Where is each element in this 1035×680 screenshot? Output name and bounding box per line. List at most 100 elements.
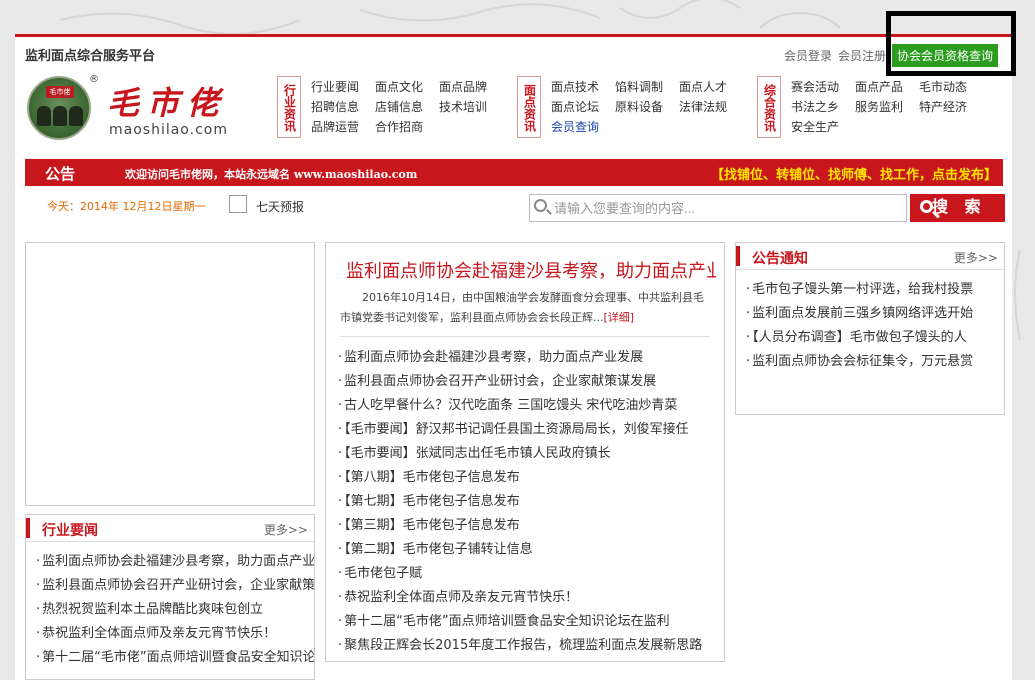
search-button-label: 搜 索 [932, 199, 987, 216]
nav-link[interactable]: 品牌运营 [311, 118, 375, 138]
nav-links-general: 赛会活动 面点产品 毛市动态 书法之乡 服务监利 特产经济 安全生产 [791, 78, 983, 138]
list-item[interactable]: 第十二届“毛市佬”面点师培训暨食品安全知识论坛 [36, 646, 314, 670]
list-item[interactable]: 【第三期】毛市佬包子信息发布 [338, 514, 718, 538]
nav-link[interactable]: 行业要闻 [311, 78, 375, 98]
nav-link[interactable]: 店铺信息 [375, 98, 439, 118]
list-item[interactable]: 古人吃早餐什么？汉代吃面条 三国吃馒头 宋代吃油炒青菜 [338, 394, 718, 418]
nav-tag-industry: 行业资讯 [277, 76, 301, 138]
list-item[interactable]: 恭祝监利全体面点师及亲友元宵节快乐！ [338, 586, 718, 610]
announcement-list: 毛市包子馒头第一村评选，给我村投票 监利面点发展前三强乡镇网络评选开始 【人员分… [736, 270, 1004, 374]
nav-tag-pastry: 面点资讯 [517, 76, 541, 138]
forecast-checkbox[interactable] [229, 195, 247, 213]
accent-bar [26, 518, 30, 538]
nav-link[interactable]: 馅料调制 [615, 78, 679, 98]
search-button[interactable]: 搜 索 [910, 194, 1005, 222]
center-news-list: 监利面点师协会赴福建沙县考察，助力面点产业发展 监利县面点师协会召开产业研讨会，… [338, 346, 718, 658]
list-item[interactable]: 监利面点发展前三强乡镇网络评选开始 [746, 302, 1004, 326]
top-bar: 监利面点综合服务平台 会员登录 会员注册 协会会员资格查询 [15, 34, 1012, 67]
list-item[interactable]: 监利面点师协会赴福建沙县考察，助力面点产业发展 [338, 346, 718, 370]
list-item[interactable]: 【毛市要闻】舒汉邦书记调任县国土资源局局长，刘俊军接任 [338, 418, 718, 442]
nav-link[interactable]: 法律法规 [679, 98, 743, 118]
headline-summary: 2016年10月14日，由中国粮油学会发酵面食分会理事、中共监利县毛市镇党委书记… [340, 288, 712, 328]
list-item[interactable]: 【毛市要闻】张斌同志出任毛市镇人民政府镇长 [338, 442, 718, 466]
list-item[interactable]: 监利县面点师协会召开产业研讨会，企业家献策谋发展 [338, 370, 718, 394]
industry-news-panel: 行业要闻 更多>> 监利面点师协会赴福建沙县考察，助力面点产业发展 监利县面点师… [25, 514, 315, 680]
list-item[interactable]: 毛市佬包子赋 [338, 562, 718, 586]
accent-bar [736, 246, 740, 266]
panel-title: 公告通知 [752, 251, 808, 267]
nav-link[interactable]: 招聘信息 [311, 98, 375, 118]
banner-image-placeholder[interactable] [25, 242, 315, 506]
divider [340, 336, 710, 337]
nav-link[interactable]: 安全生产 [791, 118, 855, 138]
nav-link[interactable]: 面点人才 [679, 78, 743, 98]
nav-link[interactable]: 赛会活动 [791, 78, 855, 98]
brand-url: maoshilao.com [109, 122, 228, 138]
list-item[interactable]: 监利县面点师协会召开产业研讨会，企业家献策谋发展 [36, 574, 314, 598]
nav-group-industry: 行业资讯 行业要闻 面点文化 面点品牌 招聘信息 店铺信息 技术培训 品牌运营 … [277, 76, 503, 138]
nav-link-member-query[interactable]: 会员查询 [551, 118, 615, 138]
headline-link[interactable]: 监利面点师协会赴福建沙县考察，助力面点产业发展 [346, 257, 716, 283]
search-input[interactable] [529, 194, 907, 222]
registered-mark: ® [89, 74, 99, 85]
nav-link[interactable]: 技术培训 [439, 98, 503, 118]
nav-link[interactable]: 合作招商 [375, 118, 439, 138]
search-icon [920, 200, 933, 213]
notice-bar: 公告 欢迎访问毛市佬网，本站永远域名 www.maoshilao.com 【找铺… [25, 159, 1003, 186]
search-icon [534, 199, 547, 212]
notice-text: 欢迎访问毛市佬网，本站永远域名 www.maoshilao.com [125, 168, 418, 181]
more-link[interactable]: 更多>> [954, 249, 998, 266]
nav-tag-general: 综合资讯 [757, 76, 781, 138]
list-item[interactable]: 热烈祝贺监利本土品牌酷比爽味包创立 [36, 598, 314, 622]
list-item[interactable]: 【第二期】毛市佬包子铺转让信息 [338, 538, 718, 562]
figure-icon [69, 106, 83, 126]
list-item[interactable]: 第十二届“毛市佬”面点师培训暨食品安全知识论坛在监利 [338, 610, 718, 634]
highlight-box [886, 11, 1016, 76]
list-item[interactable]: 聚焦段正辉会长2015年度工作报告，梳理监利面点发展新思路 [338, 634, 718, 658]
nav-link[interactable]: 毛市动态 [919, 78, 983, 98]
nav-group-general: 综合资讯 赛会活动 面点产品 毛市动态 书法之乡 服务监利 特产经济 安全生产 [757, 76, 983, 138]
summary-text: 2016年10月14日，由中国粮油学会发酵面食分会理事、中共监利县毛市镇党委书记… [340, 291, 704, 324]
industry-news-list: 监利面点师协会赴福建沙县考察，助力面点产业发展 监利县面点师协会召开产业研讨会，… [26, 542, 314, 670]
nav-link[interactable]: 书法之乡 [791, 98, 855, 118]
panel-title: 行业要闻 [42, 523, 98, 539]
figure-icon [53, 106, 67, 126]
list-item[interactable]: 【第八期】毛市佬包子信息发布 [338, 466, 718, 490]
notice-publish-link[interactable]: 【找铺位、转铺位、找师傅、找工作，点击发布】 [711, 164, 997, 183]
list-item[interactable]: 监利面点师协会会标征集令，万元悬赏 [746, 350, 1004, 374]
announcement-panel: 公告通知 更多>> 毛市包子馒头第一村评选，给我村投票 监利面点发展前三强乡镇网… [735, 242, 1005, 415]
list-item[interactable]: 恭祝监利全体面点师及亲友元宵节快乐！ [36, 622, 314, 646]
nav-group-pastry: 面点资讯 面点技术 馅料调制 面点人才 面点论坛 原料设备 法律法规 会员查询 [517, 76, 743, 138]
list-item[interactable]: 【人员分布调查】毛市做包子馒头的人 [746, 326, 1004, 350]
site-title: 监利面点综合服务平台 [25, 49, 156, 64]
center-news-panel: 监利面点师协会赴福建沙县考察，助力面点产业发展 2016年10月14日，由中国粮… [325, 242, 725, 662]
list-item[interactable]: 监利面点师协会赴福建沙县考察，助力面点产业发展 [36, 550, 314, 574]
notice-title: 公告 [45, 165, 76, 183]
more-link[interactable]: 更多>> [264, 521, 308, 538]
nav-link[interactable]: 面点技术 [551, 78, 615, 98]
brand-logo-text[interactable]: 毛市佬 [107, 78, 227, 124]
list-item[interactable]: 【第七期】毛市佬包子信息发布 [338, 490, 718, 514]
nav-link[interactable]: 面点产品 [855, 78, 919, 98]
figure-icon [37, 106, 51, 126]
panel-header: 行业要闻 更多>> [26, 515, 314, 542]
seven-day-forecast-link[interactable]: 七天预报 [256, 198, 304, 215]
list-item[interactable]: 毛市包子馒头第一村评选，给我村投票 [746, 278, 1004, 302]
member-register-link[interactable]: 会员注册 [838, 47, 886, 64]
nav-link[interactable]: 面点论坛 [551, 98, 615, 118]
page-container: 监利面点综合服务平台 会员登录 会员注册 协会会员资格查询 毛市佬 ® 毛市佬 … [15, 34, 1012, 680]
nav-links-pastry: 面点技术 馅料调制 面点人才 面点论坛 原料设备 法律法规 会员查询 [551, 78, 743, 138]
detail-link[interactable]: [详细] [604, 311, 635, 324]
logo-emblem[interactable]: 毛市佬 [27, 76, 91, 140]
panel-header: 公告通知 更多>> [736, 243, 1004, 270]
logo-seal: 毛市佬 [46, 86, 74, 98]
member-login-link[interactable]: 会员登录 [784, 47, 832, 64]
nav-links-industry: 行业要闻 面点文化 面点品牌 招聘信息 店铺信息 技术培训 品牌运营 合作招商 [311, 78, 503, 138]
header: 毛市佬 ® 毛市佬 maoshilao.com 行业资讯 行业要闻 面点文化 面… [15, 70, 1012, 148]
nav-link[interactable]: 面点品牌 [439, 78, 503, 98]
nav-link[interactable]: 面点文化 [375, 78, 439, 98]
today-date: 今天：2014年 12月12日星期一 [47, 200, 206, 213]
nav-link[interactable]: 原料设备 [615, 98, 679, 118]
nav-link[interactable]: 服务监利 [855, 98, 919, 118]
nav-link[interactable]: 特产经济 [919, 98, 983, 118]
